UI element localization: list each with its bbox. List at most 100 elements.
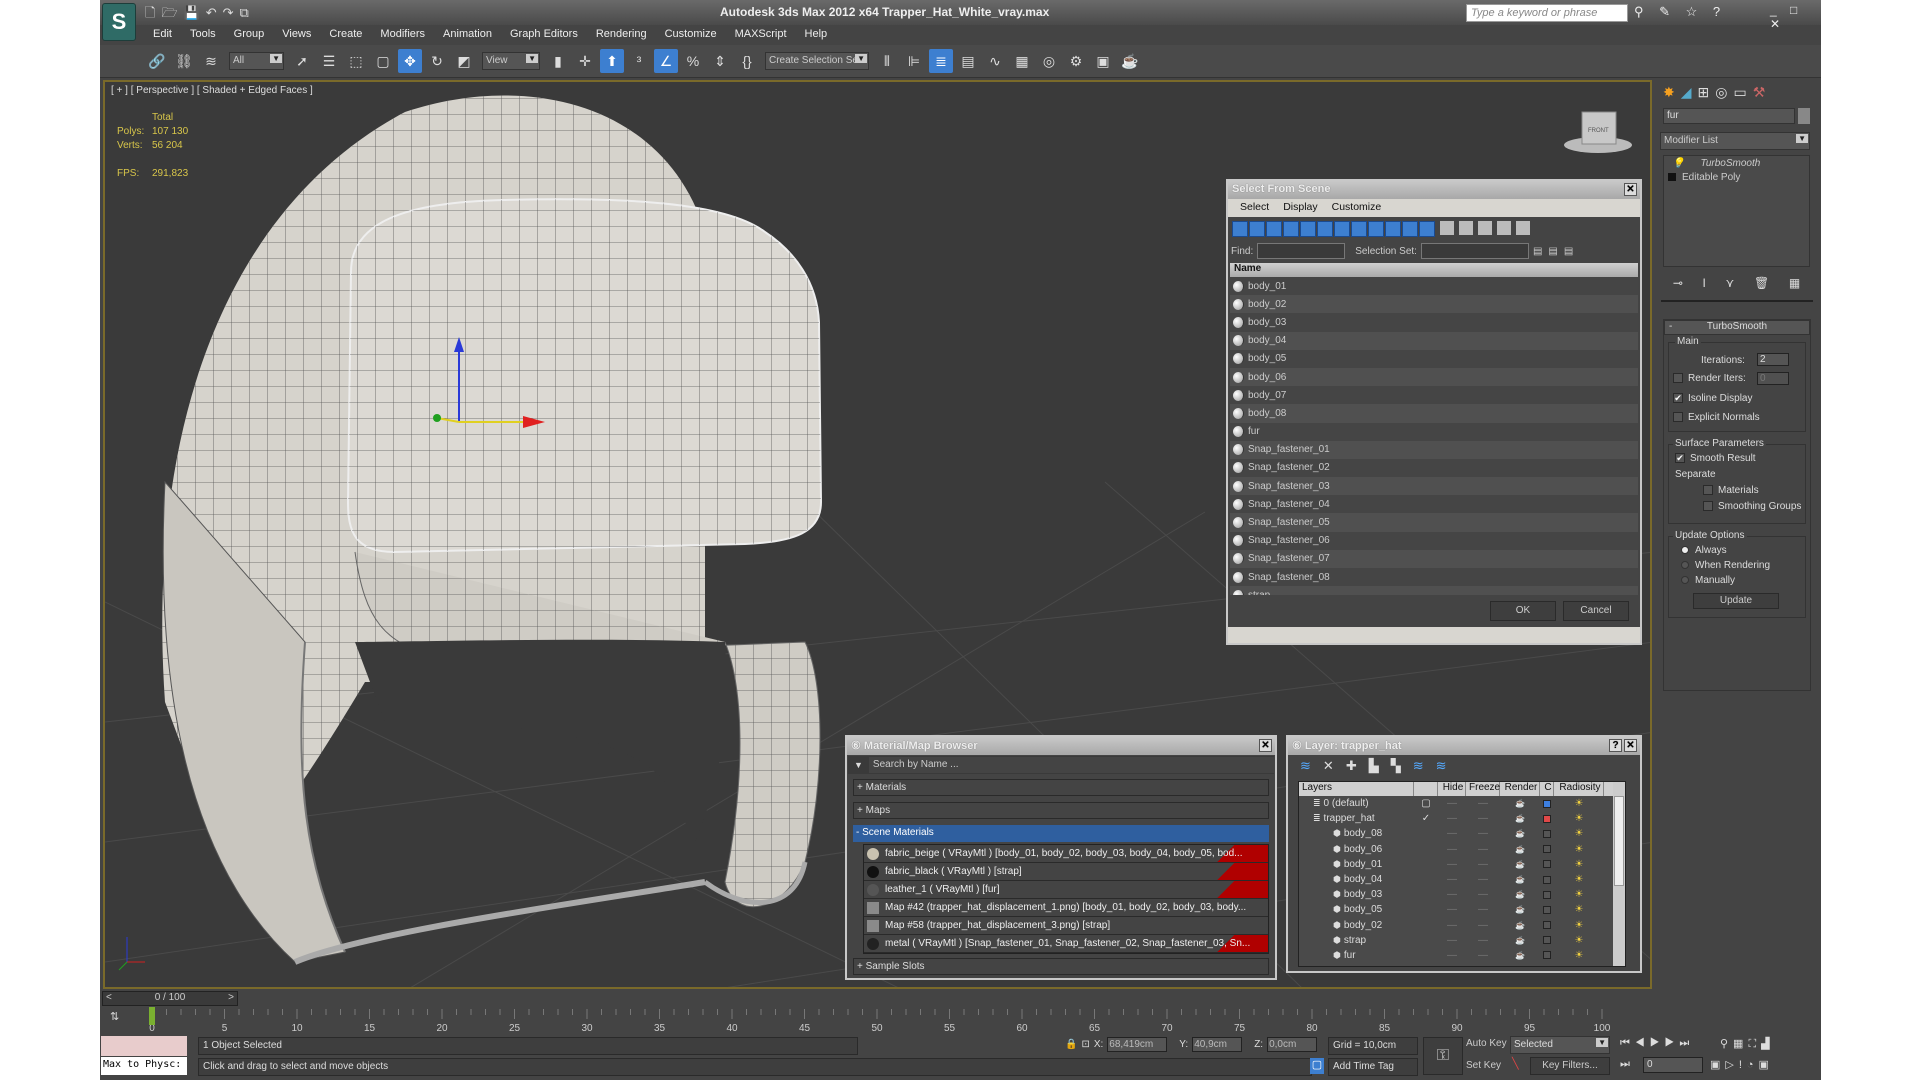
radiosity-sun-icon[interactable]: ☀ <box>1554 798 1604 809</box>
list-item[interactable]: body_02 <box>1230 295 1638 314</box>
layer-color-swatch[interactable] <box>1543 890 1551 899</box>
layer-color-swatch[interactable] <box>1543 829 1551 838</box>
freeze-toggle[interactable]: — <box>1466 935 1500 946</box>
select-object-icon[interactable]: ➚ <box>290 49 314 73</box>
group-sample-slots[interactable]: + Sample Slots <box>853 958 1269 975</box>
filter-cameras-icon[interactable] <box>1283 221 1299 237</box>
list-item[interactable]: Snap_fastener_03 <box>1230 477 1638 496</box>
spinner-snap-icon[interactable]: ⇕ <box>708 49 732 73</box>
z-coordinate-field[interactable]: 0,0cm <box>1267 1037 1318 1052</box>
current-layer-flag[interactable]: ✓ <box>1414 813 1438 824</box>
rotate-icon[interactable]: ↻ <box>425 49 449 73</box>
group-scene-materials[interactable]: - Scene Materials <box>853 825 1269 842</box>
manually-radio[interactable]: Manually <box>1681 575 1735 586</box>
hierarchy-tab-icon[interactable]: ⊞ <box>1698 84 1710 101</box>
update-button[interactable]: Update <box>1693 593 1779 609</box>
layer-manager-icon[interactable]: ≣ <box>929 49 953 73</box>
select-invert-icon[interactable] <box>1478 221 1492 235</box>
render-teapot-icon[interactable]: ☕ <box>1500 936 1540 945</box>
select-by-name-icon[interactable]: ☰ <box>317 49 341 73</box>
options-menu-icon[interactable]: ▼ <box>848 760 869 770</box>
keyboard-shortcut-icon[interactable]: ⬆ <box>600 49 624 73</box>
select-in-layer-icon[interactable]: ▙ <box>1369 758 1379 774</box>
radiosity-sun-icon[interactable]: ☀ <box>1554 874 1604 885</box>
layer-color-swatch[interactable] <box>1543 875 1551 884</box>
render-teapot-icon[interactable]: ☕ <box>1500 905 1540 914</box>
material-editor-icon[interactable]: ◎ <box>1037 49 1061 73</box>
prev-frame-icon[interactable]: < <box>106 992 112 1005</box>
iterations-spinner[interactable]: 2 <box>1757 353 1789 366</box>
open-mini-curve-editor-icon[interactable]: ⇅ <box>110 1010 119 1023</box>
radiosity-sun-icon[interactable]: ☀ <box>1554 828 1604 839</box>
menu-maxscript[interactable]: MAXScript <box>726 25 796 45</box>
list-item[interactable]: body_07 <box>1230 386 1638 405</box>
filter-frozen-icon[interactable] <box>1402 221 1418 237</box>
pin-stack-icon[interactable]: ⊸ <box>1673 276 1683 290</box>
filter-shapes-icon[interactable] <box>1249 221 1265 237</box>
render-teapot-icon[interactable]: ☕ <box>1500 860 1540 869</box>
radiosity-sun-icon[interactable]: ☀ <box>1554 889 1604 900</box>
list-item[interactable]: body_08 <box>1230 404 1638 423</box>
hide-toggle[interactable]: — <box>1438 813 1466 824</box>
radiosity-sun-icon[interactable]: ☀ <box>1554 950 1604 961</box>
close-icon[interactable]: ✕ <box>1624 739 1637 752</box>
filter-icon[interactable] <box>1497 221 1511 235</box>
render-teapot-icon[interactable]: ☕ <box>1500 890 1540 899</box>
track-bar[interactable]: 0 5 10 15 20 25 30 35 40 45 50 55 60 65 70 75 80 85 90 95 10… <box>128 1007 1658 1035</box>
hide-toggle[interactable]: — <box>1438 950 1466 961</box>
render-teapot-icon[interactable]: ☕ <box>1500 875 1540 884</box>
layer-color-cell[interactable] <box>1540 921 1554 930</box>
layer-color-cell[interactable] <box>1540 829 1554 838</box>
freeze-toggle[interactable]: — <box>1466 828 1500 839</box>
curve-editor-icon[interactable]: ∿ <box>983 49 1007 73</box>
auto-key-button[interactable]: Auto Key <box>1466 1038 1507 1049</box>
playback-controls[interactable]: ⏮◀▶▶⏭ <box>1620 1037 1694 1050</box>
list-item[interactable]: Snap_fastener_02 <box>1230 458 1638 478</box>
scale-icon[interactable]: ◩ <box>452 49 476 73</box>
menu-views[interactable]: Views <box>273 25 320 45</box>
filter-spacewarps-icon[interactable] <box>1317 221 1333 237</box>
layer-row[interactable]: ⬢ body_06— — ☕ ☀ <box>1299 842 1625 857</box>
time-tag-icon[interactable]: ▢ <box>1310 1058 1324 1074</box>
menu-select[interactable]: Select <box>1240 201 1269 215</box>
display-tab-icon[interactable]: ▭ <box>1733 84 1746 101</box>
show-end-result-icon[interactable]: I <box>1703 276 1706 290</box>
layer-row[interactable]: ≣ 0 (default) ▢ — — ☕ ☀ <box>1299 796 1625 811</box>
close-icon[interactable]: ✕ <box>1259 739 1272 752</box>
delete-layer-icon[interactable]: ✕ <box>1323 758 1334 774</box>
menu-customize[interactable]: Customize <box>1332 201 1382 215</box>
freeze-toggle[interactable]: — <box>1466 859 1500 870</box>
modify-tab-icon[interactable]: ◢ <box>1681 84 1692 101</box>
smooth-result-checkbox[interactable]: ✔ Smooth Result <box>1675 453 1756 464</box>
layer-color-swatch[interactable] <box>1543 814 1551 823</box>
align-icon[interactable]: ⊫ <box>902 49 926 73</box>
layer-color-cell[interactable] <box>1540 799 1554 808</box>
unlink-icon[interactable]: ⛓ <box>172 49 196 73</box>
render-iters-checkbox[interactable]: Render Iters: <box>1673 373 1746 384</box>
dialog-title[interactable]: ⑥ Material/Map Browser ✕ <box>847 737 1275 755</box>
freeze-toggle[interactable]: — <box>1466 904 1500 915</box>
infocenter-icons[interactable]: ⚲ ✎ ☆ ? <box>1634 4 1726 20</box>
column-layers[interactable]: Layers <box>1299 782 1414 796</box>
manipulate-icon[interactable]: ✛ <box>573 49 597 73</box>
layer-row[interactable]: ⬢ fur — — ☕ ☀ <box>1299 948 1625 963</box>
materials-checkbox[interactable]: Materials <box>1703 485 1759 496</box>
menu-modifiers[interactable]: Modifiers <box>371 25 434 45</box>
menu-animation[interactable]: Animation <box>434 25 501 45</box>
freeze-toggle[interactable]: — <box>1466 844 1500 855</box>
isoline-display-checkbox[interactable]: ✔ Isoline Display <box>1673 393 1752 404</box>
stack-item-editable-poly[interactable]: Editable Poly <box>1664 170 1809 184</box>
hide-toggle[interactable]: — <box>1438 828 1466 839</box>
window-controls[interactable]: _ □ ✕ <box>1770 3 1821 31</box>
always-radio[interactable]: Always <box>1681 545 1727 556</box>
group-0[interactable]: + Materials <box>853 779 1269 796</box>
utilities-tab-icon[interactable]: ⚒ <box>1753 84 1766 101</box>
radiosity-sun-icon[interactable]: ☀ <box>1554 813 1604 824</box>
column-radiosity[interactable]: Radiosity <box>1554 782 1604 796</box>
layer-color-cell[interactable] <box>1540 860 1554 869</box>
menu-display[interactable]: Display <box>1283 201 1317 215</box>
when-rendering-radio[interactable]: When Rendering <box>1681 560 1770 571</box>
render-teapot-icon[interactable]: ☕ <box>1500 814 1540 823</box>
key-mode-toggle-icon[interactable]: ╲ <box>1512 1057 1519 1070</box>
key-mode-icon[interactable]: ⏭ <box>1620 1058 1630 1071</box>
